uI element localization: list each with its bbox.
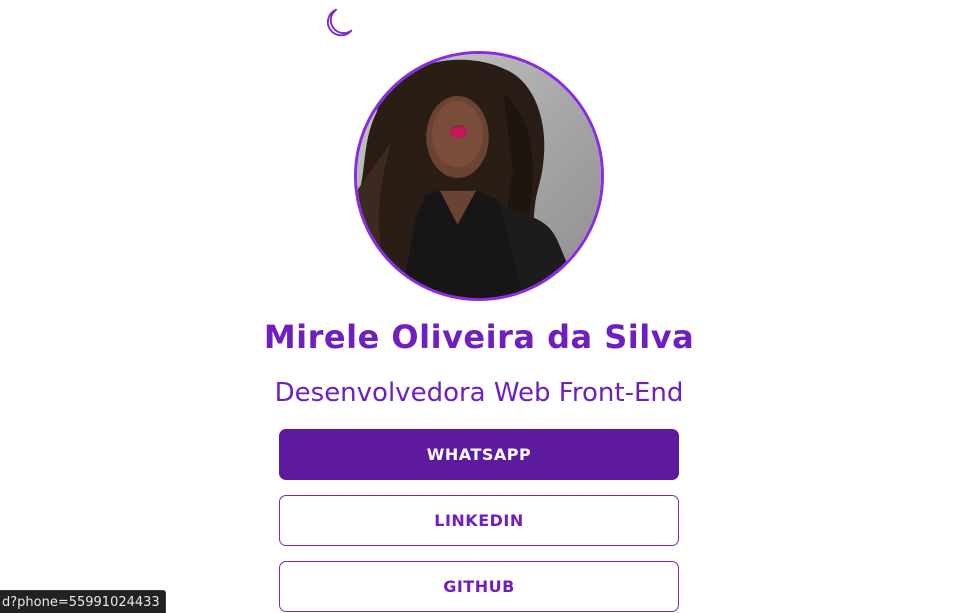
github-button[interactable]: GITHUB bbox=[279, 561, 679, 612]
whatsapp-button[interactable]: WHATSAPP bbox=[279, 429, 679, 480]
profile-role: Desenvolvedora Web Front-End bbox=[274, 378, 684, 408]
moon-icon bbox=[326, 8, 353, 37]
profile-name: Mirele Oliveira da Silva bbox=[263, 318, 695, 356]
theme-toggle-button[interactable] bbox=[319, 4, 357, 42]
linkedin-button[interactable]: LINKEDIN bbox=[279, 495, 679, 546]
profile-avatar bbox=[354, 51, 604, 301]
status-bar-url: d?phone=55991024433 bbox=[0, 590, 166, 613]
link-tree-page: Mirele Oliveira da Silva Desenvolvedora … bbox=[0, 0, 980, 613]
